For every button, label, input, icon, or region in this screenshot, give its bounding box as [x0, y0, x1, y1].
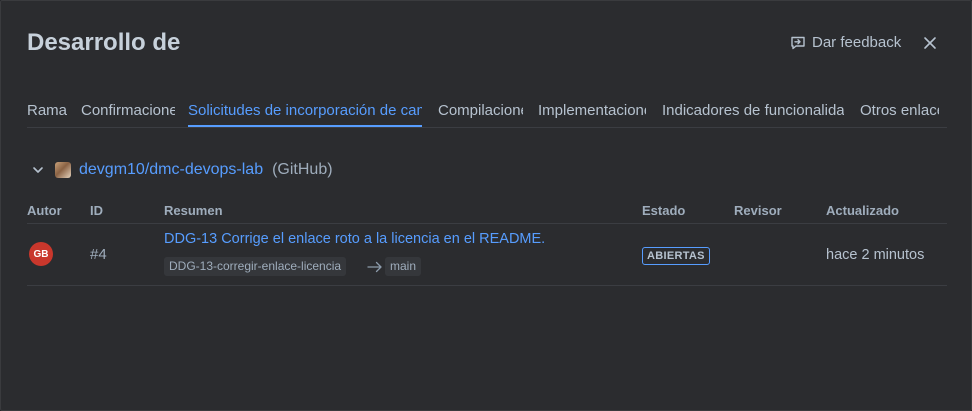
- source-branch: DDG-13-corregir-enlace-licencia: [164, 257, 347, 276]
- dev-info-dialog: Desarrollo de Dar feedback Rama Confirma…: [0, 0, 972, 411]
- tab-deployments[interactable]: Implementaciones: [538, 101, 646, 127]
- chevron-down-icon[interactable]: [31, 163, 45, 177]
- close-icon: [921, 37, 939, 56]
- tab-branch[interactable]: Rama: [27, 101, 67, 127]
- avatar: GB: [29, 242, 53, 266]
- dialog-title: Desarrollo de: [27, 29, 181, 56]
- updated-time: hace 2 minutos: [826, 247, 925, 263]
- tab-other-links[interactable]: Otros enlaces: [860, 101, 939, 127]
- row-divider: [27, 285, 947, 286]
- repo-link[interactable]: devgm10/dmc-devops-lab: [79, 161, 263, 179]
- header-divider: [27, 223, 947, 224]
- feedback-label: Dar feedback: [812, 34, 902, 51]
- repo-provider: (GitHub): [272, 161, 333, 178]
- pr-id: #4: [90, 246, 107, 263]
- repo-avatar: [55, 162, 71, 178]
- feedback-button[interactable]: Dar feedback: [790, 34, 901, 51]
- tab-commits[interactable]: Confirmaciones: [81, 101, 175, 127]
- column-header-reviewer: Revisor: [734, 203, 782, 218]
- column-header-updated: Actualizado: [826, 203, 899, 218]
- target-branch: main: [385, 257, 422, 276]
- tab-scroll-fade: [959, 101, 971, 127]
- status-badge: ABIERTAS: [642, 247, 710, 265]
- repo-header: devgm10/dmc-devops-lab (GitHub): [31, 161, 333, 179]
- tab-feature-flags[interactable]: Indicadores de funcionalidad: [662, 101, 844, 127]
- tab-bar: Rama Confirmaciones Solicitudes de incor…: [27, 101, 947, 128]
- tab-builds[interactable]: Compilaciones: [438, 101, 523, 127]
- arrow-right-icon: [367, 260, 383, 273]
- column-header-author: Autor: [27, 203, 62, 218]
- close-button[interactable]: [921, 34, 939, 52]
- feedback-icon: [790, 35, 806, 51]
- pr-title-link[interactable]: DDG-13 Corrige el enlace roto a la licen…: [164, 231, 545, 247]
- column-header-status: Estado: [642, 203, 686, 218]
- column-header-id: ID: [90, 203, 103, 218]
- tab-pull-requests[interactable]: Solicitudes de incorporación de cambios: [188, 101, 422, 127]
- column-header-summary: Resumen: [164, 203, 223, 218]
